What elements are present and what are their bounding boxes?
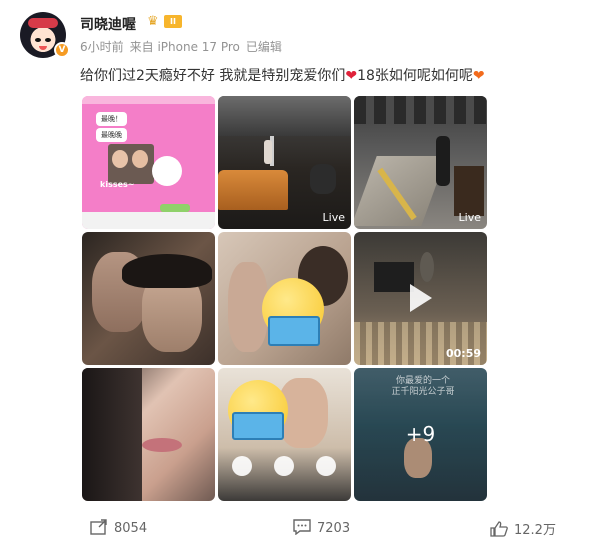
image-grid: 最晚！ 最晚晚 kisses~ Live Live 00:59 你最爱的一个 正… — [82, 96, 488, 501]
action-bar: 8054 7203 12.2万 — [0, 519, 605, 541]
repost-button[interactable]: 8054 — [90, 519, 147, 536]
post-source: 来自 iPhone 17 Pro — [129, 40, 240, 54]
like-count: 12.2万 — [514, 523, 556, 538]
image-tile-6[interactable]: 00:59 — [354, 232, 487, 365]
username[interactable]: 司晓迪喔 — [80, 14, 136, 34]
play-icon[interactable] — [410, 284, 432, 312]
post-time[interactable]: 6小时前 — [80, 40, 124, 54]
repost-count: 8054 — [114, 521, 148, 536]
post-text-tail: 18张如何呢如何呢 — [357, 68, 473, 84]
chat-bubble: 最晚！ — [96, 112, 127, 126]
comment-icon — [293, 519, 311, 535]
heart-icon: ❤ — [345, 68, 358, 84]
image-tile-4[interactable] — [82, 232, 215, 365]
post-meta: 6小时前 来自 iPhone 17 Pro 已编辑 — [80, 38, 288, 55]
repost-icon — [90, 519, 107, 535]
image-tile-5[interactable] — [218, 232, 351, 365]
like-icon — [490, 521, 508, 537]
member-badge[interactable]: ♛ II — [147, 14, 183, 29]
image-tile-2[interactable]: Live — [218, 96, 351, 229]
live-badge: Live — [322, 211, 345, 224]
post-text: 给你们过2天瘾好不好 我就是特别宠爱你们❤18张如何呢如何呢❤ — [80, 65, 485, 85]
image-tile-9[interactable]: 你最爱的一个 正千阳光公子哥 +9 — [354, 368, 487, 501]
edited-label[interactable]: 已编辑 — [246, 40, 282, 54]
image-tile-3[interactable]: Live — [354, 96, 487, 229]
more-images-count[interactable]: +9 — [354, 368, 487, 501]
post-text-main: 给你们过2天瘾好不好 我就是特别宠爱你们 — [80, 68, 346, 84]
comment-count: 7203 — [317, 521, 351, 536]
comment-button[interactable]: 7203 — [293, 519, 350, 536]
crown-icon: ♛ — [147, 14, 159, 29]
chat-bubble: 最晚晚 — [96, 128, 127, 142]
sticker-text: kisses~ — [100, 180, 135, 189]
image-tile-1[interactable]: 最晚！ 最晚晚 kisses~ — [82, 96, 215, 229]
verified-badge: V — [54, 42, 70, 58]
live-badge: Live — [458, 211, 481, 224]
image-tile-8[interactable] — [218, 368, 351, 501]
member-level: II — [164, 15, 182, 28]
video-duration: 00:59 — [445, 347, 481, 360]
orange-heart-icon: ❤ — [472, 68, 485, 84]
image-tile-7[interactable] — [82, 368, 215, 501]
like-button[interactable]: 12.2万 — [490, 519, 556, 538]
